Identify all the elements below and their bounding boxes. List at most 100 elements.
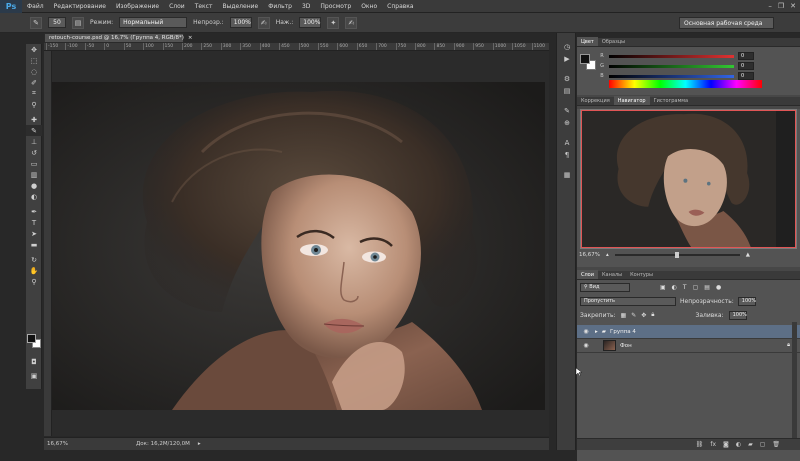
brush-panel-icon[interactable]: ▤ (72, 16, 84, 29)
navigator-zoom-value[interactable]: 16,67% (579, 252, 600, 258)
filter-type-icon[interactable]: T (683, 284, 687, 291)
history-brush-tool-icon[interactable]: ↺ (26, 147, 42, 158)
channel-slider-r[interactable] (609, 54, 734, 58)
navigator-view-box[interactable] (581, 110, 796, 248)
zoom-readout[interactable]: 16,67% (47, 441, 68, 447)
navigator-thumbnail[interactable] (580, 109, 797, 249)
layer-filter-select[interactable]: ⚲ Вид (580, 282, 630, 292)
adjustments-icon[interactable]: ⚙ (557, 73, 577, 85)
eyedropper-tool-icon[interactable]: ⚲ (26, 99, 42, 110)
quick-mask-icon[interactable]: ◘ (26, 356, 42, 367)
channel-value-b[interactable]: 0 (738, 72, 754, 80)
layer-name[interactable]: Фон (620, 343, 632, 349)
properties-icon[interactable]: ▤ (557, 85, 577, 97)
color-swatches[interactable] (27, 334, 41, 348)
blur-tool-icon[interactable]: ● (26, 180, 42, 191)
layer-row-background[interactable]: ◉ Фон 🔒︎ (577, 339, 800, 353)
foreground-color-swatch[interactable] (27, 334, 36, 343)
document-tab[interactable]: retouch-course.psd @ 16,7% (Группа 4, RG… (44, 33, 193, 43)
hand-tool-icon[interactable]: ✋ (26, 265, 42, 276)
pressure-opacity-icon[interactable]: ✍ (257, 16, 270, 29)
actions-icon[interactable]: ▶ (557, 53, 577, 65)
crop-tool-icon[interactable]: ⌗ (26, 88, 42, 99)
close-button[interactable]: ✕ (790, 2, 796, 10)
layer-style-icon[interactable]: fx (710, 441, 716, 448)
brush-presets-icon[interactable]: ✎ (557, 105, 577, 117)
quick-select-tool-icon[interactable]: ✐ (26, 77, 42, 88)
character-icon[interactable]: A (557, 137, 577, 149)
tab-adjustments[interactable]: Коррекция (577, 96, 614, 105)
restore-button[interactable]: ❐ (778, 2, 784, 10)
type-tool-icon[interactable]: T (26, 217, 42, 228)
minimize-button[interactable]: – (768, 2, 772, 10)
zoom-tool-icon[interactable]: ⚲ (26, 276, 42, 287)
brush-preset-icon[interactable]: ✎ (30, 16, 42, 29)
tab-layers[interactable]: Слои (577, 270, 598, 279)
zoom-slider-handle[interactable] (674, 251, 679, 258)
lock-paint-icon[interactable]: ✎ (631, 312, 636, 319)
filter-shape-icon[interactable]: ▢ (693, 284, 699, 291)
lock-all-icon[interactable]: 🔒︎ (651, 311, 654, 319)
filter-smart-icon[interactable]: ▤ (704, 284, 710, 291)
healing-brush-tool-icon[interactable]: ✚ (26, 114, 42, 125)
visibility-eye-icon[interactable]: ◉ (581, 342, 591, 349)
filter-adjust-icon[interactable]: ◐ (672, 284, 677, 291)
add-mask-icon[interactable]: ◙ (723, 441, 729, 448)
airbrush-icon[interactable]: ✦ (327, 16, 340, 29)
new-layer-icon[interactable]: ▢ (760, 441, 766, 448)
path-select-tool-icon[interactable]: ➤ (26, 228, 42, 239)
lock-pixels-icon[interactable]: ▦ (621, 312, 627, 319)
gradient-tool-icon[interactable]: ▥ (26, 169, 42, 180)
move-tool-icon[interactable]: ✥ (26, 44, 42, 55)
menu-edit[interactable]: Редактирование (49, 3, 111, 10)
new-group-icon[interactable]: ▰ (748, 441, 753, 448)
menu-help[interactable]: Справка (382, 3, 418, 10)
color-spectrum[interactable] (609, 80, 762, 88)
history-icon[interactable]: ◷ (557, 41, 577, 53)
navigator-zoom-slider[interactable] (614, 251, 740, 258)
filter-pixel-icon[interactable]: ▣ (660, 284, 666, 291)
status-menu-arrow-icon[interactable]: ▸ (198, 441, 201, 447)
blend-mode-select[interactable]: Пропустить (580, 296, 676, 306)
lock-move-icon[interactable]: ✥ (641, 312, 646, 319)
zoom-in-icon[interactable]: ▲ (746, 252, 750, 258)
flow-field[interactable]: 100% (299, 17, 322, 28)
channel-value-g[interactable]: 0 (738, 62, 754, 70)
channel-value-r[interactable]: 0 (738, 52, 754, 60)
clone-stamp-tool-icon[interactable]: ⊥ (26, 136, 42, 147)
clone-source-icon[interactable]: ⊕ (557, 117, 577, 129)
menu-view[interactable]: Просмотр (315, 3, 356, 10)
eraser-tool-icon[interactable]: ▭ (26, 158, 42, 169)
visibility-eye-icon[interactable]: ◉ (581, 328, 591, 335)
tab-swatches[interactable]: Образцы (598, 37, 629, 46)
fill-field[interactable]: 100% (728, 310, 747, 320)
vertical-ruler[interactable] (44, 51, 52, 436)
menu-select[interactable]: Выделение (217, 3, 263, 10)
layer-row-group-4[interactable]: ◉ ▸ ▰ Группа 4 (577, 325, 800, 339)
marquee-tool-icon[interactable]: ⬚ (26, 55, 42, 66)
menu-layers[interactable]: Слои (164, 3, 190, 10)
brush-tool-icon[interactable]: ✎ (26, 125, 42, 136)
menu-file[interactable]: Файл (22, 3, 49, 10)
tab-navigator[interactable]: Навигатор (613, 96, 650, 105)
3d-rotate-tool-icon[interactable]: ↻ (26, 254, 42, 265)
paragraph-icon[interactable]: ¶ (557, 149, 577, 161)
brush-size-picker[interactable]: 50 (48, 17, 66, 28)
menu-filter[interactable]: Фильтр (263, 3, 297, 10)
menu-image[interactable]: Изображение (111, 3, 164, 10)
filter-toggle-icon[interactable]: ● (716, 284, 721, 291)
document-canvas[interactable] (52, 82, 545, 410)
tab-color[interactable]: Цвет (577, 37, 598, 46)
menu-window[interactable]: Окно (356, 3, 382, 10)
channel-slider-b[interactable] (609, 74, 734, 78)
mode-select[interactable]: Нормальный (119, 17, 188, 28)
layer-opacity-field[interactable]: 100% (737, 296, 756, 306)
tab-histogram[interactable]: Гистограмма (650, 96, 693, 105)
menu-type[interactable]: Текст (190, 3, 218, 10)
fg-color-chip[interactable] (580, 54, 590, 64)
delete-layer-icon[interactable]: 🗑︎ (772, 441, 780, 448)
horizontal-ruler[interactable]: -150 -100 -50 0 50 100 150 200 250 300 350 400 450 50… (44, 43, 549, 51)
workspace-select[interactable]: Основная рабочая среда (679, 17, 774, 29)
dodge-tool-icon[interactable]: ◐ (26, 191, 42, 202)
layers-scrollbar[interactable] (792, 322, 797, 442)
